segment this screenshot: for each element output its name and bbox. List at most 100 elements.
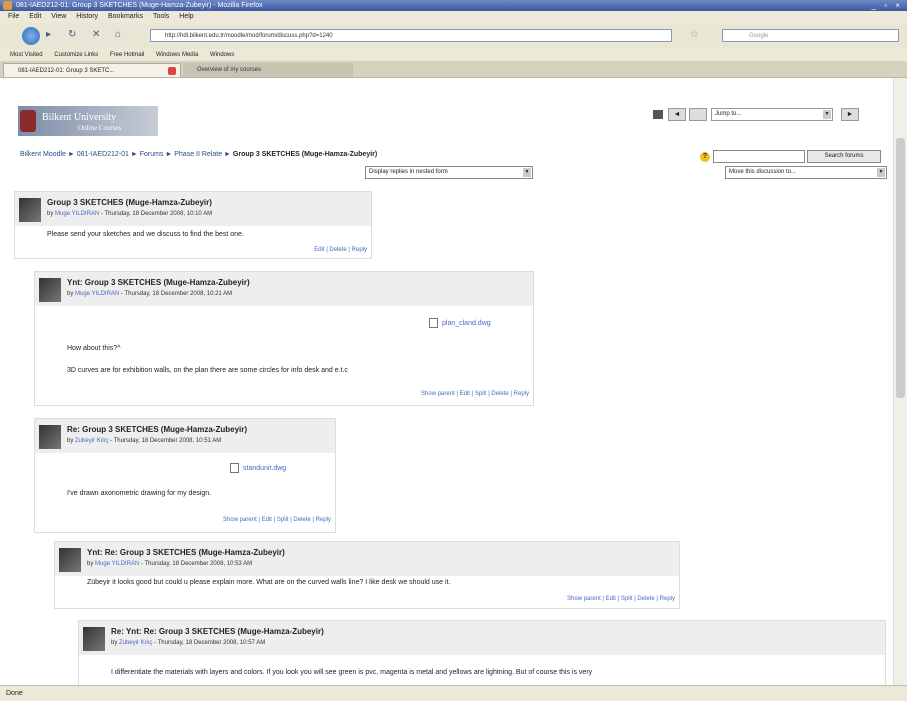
post-commands[interactable]: Show parent | Edit | Split | Delete | Re… bbox=[223, 517, 331, 523]
author-link[interactable]: Muge YILDIRAN bbox=[75, 291, 119, 297]
post-commands[interactable]: Show parent | Edit | Split | Delete | Re… bbox=[567, 596, 675, 602]
menu-view[interactable]: View bbox=[51, 13, 66, 20]
menu-edit[interactable]: Edit bbox=[29, 13, 41, 20]
tab-forum-discussion[interactable]: 081-IAED212-01: Group 3 SKETC... bbox=[3, 63, 181, 77]
window-controls[interactable]: _ ▫ × bbox=[872, 0, 903, 11]
attachment-link[interactable]: plan_cland.dwg bbox=[429, 318, 491, 328]
author-link[interactable]: Zubeyir Kılıç bbox=[75, 438, 108, 444]
university-crest-icon bbox=[20, 110, 36, 132]
breadcrumb-trail[interactable]: Bilkent Moodle ► 081-IAED212-01 ► Forums… bbox=[20, 151, 233, 158]
tab-label: Overview of my courses bbox=[197, 67, 262, 73]
reload-icon[interactable]: ↻ bbox=[68, 29, 76, 40]
help-icon[interactable]: ? bbox=[700, 152, 710, 162]
bookmark-most-visited[interactable]: Most Visited bbox=[10, 52, 43, 58]
attachment-link[interactable]: standunit.dwg bbox=[230, 463, 286, 473]
post-subject: Re: Ynt: Re: Group 3 SKETCHES (Muge-Hamz… bbox=[111, 627, 324, 636]
tab-bar: 081-IAED212-01: Group 3 SKETC... Overvie… bbox=[0, 61, 907, 78]
post-date: - Thursday, 18 December 2008, 10:57 AM bbox=[152, 640, 266, 646]
bookmark-customize-links[interactable]: Customize Links bbox=[54, 52, 98, 58]
bookmarks-toolbar: Most Visited Customize Links Free Hotmai… bbox=[0, 49, 907, 61]
post-commands[interactable]: Show parent | Edit | Split | Delete | Re… bbox=[421, 391, 529, 397]
scrollbar-thumb[interactable] bbox=[896, 138, 905, 398]
logo-line-2: Online Courses bbox=[78, 124, 122, 132]
display-mode-select[interactable]: Display replies in nested form ▼ bbox=[365, 166, 533, 179]
menu-help[interactable]: Help bbox=[179, 13, 193, 20]
back-icon[interactable] bbox=[22, 27, 40, 45]
post-subject: Group 3 SKETCHES (Muge-Hamza-Zubeyir) bbox=[47, 198, 212, 207]
avatar[interactable] bbox=[83, 627, 105, 651]
avatar[interactable] bbox=[19, 198, 41, 222]
stop-icon[interactable]: ✕ bbox=[92, 29, 100, 40]
file-icon bbox=[429, 318, 438, 328]
search-forums-button[interactable]: Search forums bbox=[807, 150, 881, 163]
home-icon[interactable]: ⌂ bbox=[115, 29, 121, 40]
chevron-down-icon: ▼ bbox=[823, 110, 831, 119]
avatar[interactable] bbox=[39, 278, 61, 302]
bookmark-windows-media[interactable]: Windows Media bbox=[156, 52, 198, 58]
file-icon bbox=[230, 463, 239, 473]
post-body: I've drawn axonometric drawing for my de… bbox=[67, 490, 212, 497]
menu-tools[interactable]: Tools bbox=[153, 13, 169, 20]
forum-post: Ynt: Re: Group 3 SKETCHES (Muge-Hamza-Zu… bbox=[54, 541, 680, 609]
forum-search-input[interactable] bbox=[713, 150, 805, 163]
post-body: I differentiate the materials with layer… bbox=[111, 669, 593, 676]
post-byline: by Muge YILDIRAN - Thursday, 18 December… bbox=[47, 211, 213, 217]
avatar[interactable] bbox=[39, 425, 61, 449]
window-title: 081-IAED212-01: Group 3 SKETCHES (Muge-H… bbox=[16, 2, 263, 9]
move-discussion-value: Move this discussion to... bbox=[729, 169, 797, 175]
post-commands[interactable]: Edit | Delete | Reply bbox=[314, 247, 367, 253]
post-body-line: How about this?^ bbox=[67, 345, 121, 352]
jump-to-select[interactable]: Jump to... ▼ bbox=[711, 108, 833, 121]
tab-overview[interactable]: Overview of my courses bbox=[183, 63, 353, 77]
menu-bar: File Edit View History Bookmarks Tools H… bbox=[0, 11, 907, 23]
prev-activity-arrow[interactable] bbox=[689, 108, 707, 121]
site-logo[interactable]: Bilkent University Online Courses bbox=[18, 106, 158, 136]
address-bar[interactable]: http://hdl.bilkent.edu.tr/moodle/mod/for… bbox=[150, 29, 672, 42]
post-byline: by Zubeyir Kılıç - Thursday, 18 December… bbox=[111, 640, 266, 646]
chevron-down-icon: ▼ bbox=[523, 168, 531, 177]
course-icon bbox=[653, 110, 663, 119]
avatar[interactable] bbox=[59, 548, 81, 572]
next-activity-button[interactable]: ► bbox=[841, 108, 859, 121]
menu-bookmarks[interactable]: Bookmarks bbox=[108, 13, 143, 20]
logo-line-1: Bilkent University bbox=[42, 112, 117, 123]
forum-post: Re: Ynt: Re: Group 3 SKETCHES (Muge-Hamz… bbox=[78, 620, 886, 685]
chevron-down-icon: ▼ bbox=[877, 168, 885, 177]
prev-activity-button[interactable]: ◄ bbox=[668, 108, 686, 121]
forum-post: Re: Group 3 SKETCHES (Muge-Hamza-Zubeyir… bbox=[34, 418, 336, 533]
attachment-name: standunit.dwg bbox=[243, 464, 287, 472]
bookmark-star-icon[interactable]: ☆ bbox=[690, 29, 699, 40]
menu-file[interactable]: File bbox=[8, 13, 19, 20]
menu-history[interactable]: History bbox=[76, 13, 98, 20]
post-byline: by Zubeyir Kılıç - Thursday, 18 December… bbox=[67, 438, 222, 444]
author-link[interactable]: Muge YILDIRAN bbox=[55, 211, 99, 217]
browser-search-input[interactable]: Google bbox=[722, 29, 899, 42]
forum-post: Ynt: Group 3 SKETCHES (Muge-Hamza-Zubeyi… bbox=[34, 271, 534, 406]
close-tab-icon[interactable] bbox=[168, 67, 176, 75]
attachment-name: plan_cland.dwg bbox=[442, 319, 491, 327]
move-discussion-select[interactable]: Move this discussion to... ▼ bbox=[725, 166, 887, 179]
post-subject: Ynt: Group 3 SKETCHES (Muge-Hamza-Zubeyi… bbox=[67, 278, 250, 287]
bookmark-free-hotmail[interactable]: Free Hotmail bbox=[110, 52, 144, 58]
breadcrumb: Bilkent Moodle ► 081-IAED212-01 ► Forums… bbox=[20, 151, 377, 158]
firefox-icon bbox=[3, 1, 12, 10]
forward-icon[interactable]: ▸ bbox=[46, 29, 51, 40]
status-bar: Done bbox=[0, 685, 907, 701]
forum-post: Group 3 SKETCHES (Muge-Hamza-Zubeyir) by… bbox=[14, 191, 372, 259]
post-date: - Thursday, 18 December 2008, 10:53 AM bbox=[139, 561, 253, 567]
post-body-line: 3D curves are for exhibition walls, on t… bbox=[67, 367, 348, 374]
vertical-scrollbar[interactable] bbox=[893, 78, 907, 685]
post-date: - Thursday, 18 December 2008, 10:51 AM bbox=[108, 438, 222, 444]
author-link[interactable]: Muge YILDIRAN bbox=[95, 561, 139, 567]
post-date: - Thursday, 18 December 2008, 10:10 AM bbox=[99, 211, 213, 217]
window-titlebar: 081-IAED212-01: Group 3 SKETCHES (Muge-H… bbox=[0, 0, 907, 11]
page-content: Bilkent University Online Courses ◄ Jump… bbox=[0, 78, 893, 685]
post-byline: by Muge YILDIRAN - Thursday, 18 December… bbox=[87, 561, 253, 567]
tab-label: 081-IAED212-01: Group 3 SKETC... bbox=[18, 68, 115, 74]
author-link[interactable]: Zubeyir Kılıç bbox=[119, 640, 152, 646]
breadcrumb-current: Group 3 SKETCHES (Muge-Hamza-Zubeyir) bbox=[232, 151, 378, 158]
post-body: Zübeyir it looks good but could u please… bbox=[87, 579, 451, 586]
jump-to-label: Jump to... bbox=[715, 111, 742, 117]
post-date: - Thursday, 18 December 2008, 10:21 AM bbox=[119, 291, 233, 297]
bookmark-windows[interactable]: Windows bbox=[210, 52, 234, 58]
